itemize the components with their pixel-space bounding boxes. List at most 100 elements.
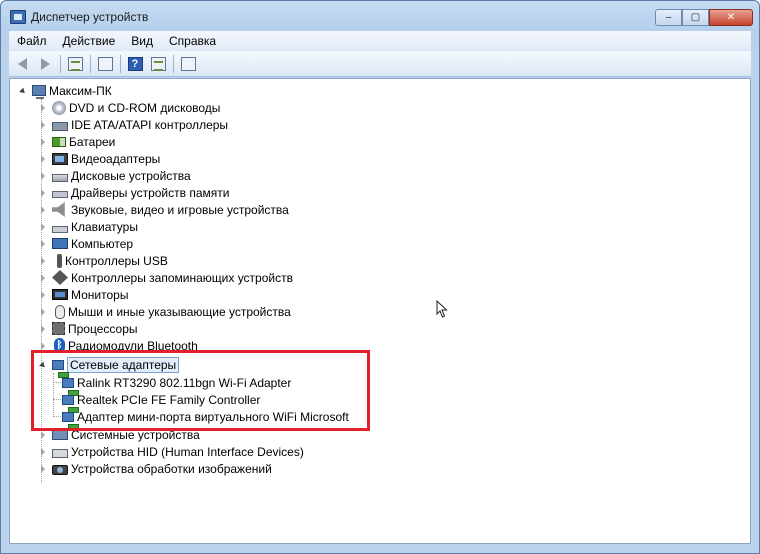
expand-toggle[interactable] [38, 120, 48, 130]
device-manager-window: Диспетчер устройств ‒ ▢ ✕ Файл Действие … [0, 0, 760, 554]
expand-toggle[interactable] [38, 239, 48, 249]
monitor-icon [52, 289, 68, 300]
window-title: Диспетчер устройств [31, 10, 149, 24]
action-pane-icon [150, 56, 166, 71]
help-button[interactable]: ? [124, 54, 146, 74]
back-icon [17, 57, 27, 70]
expand-toggle[interactable] [38, 430, 48, 440]
collapsed-arrow-icon [41, 171, 45, 180]
tree-item-usb[interactable]: Контроллеры USB [38, 252, 168, 269]
tree-item-label: Звуковые, видео и игровые устройства [71, 202, 289, 217]
tree-item-sound[interactable]: Звуковые, видео и игровые устройства [38, 201, 289, 218]
expand-toggle[interactable] [38, 154, 48, 164]
toolbar-separator [60, 54, 61, 73]
tree-item-monitors[interactable]: Мониторы [38, 286, 128, 303]
status-bar [9, 544, 751, 553]
expand-toggle[interactable] [38, 256, 48, 266]
hid-icon [52, 448, 68, 458]
action-pane-button[interactable] [147, 54, 169, 74]
network-adapters-highlight-box [31, 350, 370, 431]
tree-item-memory-drivers[interactable]: Драйверы устройств памяти [38, 184, 229, 201]
forward-button[interactable] [34, 54, 56, 74]
toolbar-separator [120, 54, 121, 73]
toolbar: ? [9, 51, 751, 77]
tree-item-dvd[interactable]: DVD и CD-ROM дисководы [38, 99, 220, 116]
tree-item-label: Клавиатуры [71, 219, 138, 234]
tree-item-keyboards[interactable]: Клавиатуры [38, 218, 138, 235]
collapsed-arrow-icon [41, 464, 45, 473]
memory-driver-icon [52, 191, 68, 198]
tree-item-imaging-devices[interactable]: Устройства обработки изображений [38, 460, 272, 477]
toolbar-separator [90, 54, 91, 73]
window-controls: ‒ ▢ ✕ [655, 9, 753, 26]
tree-item-label: Мониторы [71, 287, 129, 302]
collapsed-arrow-icon [41, 120, 45, 129]
collapsed-arrow-icon [41, 154, 45, 163]
menu-file[interactable]: Файл [9, 34, 55, 48]
tree-root[interactable]: Максим-ПК [18, 82, 112, 99]
tree-item-storage-controllers[interactable]: Контроллеры запоминающих устройств [38, 269, 293, 286]
collapsed-arrow-icon [41, 103, 45, 112]
tree-item-disk-drives[interactable]: Дисковые устройства [38, 167, 191, 184]
expand-toggle[interactable] [38, 273, 48, 283]
tree-item-batteries[interactable]: Батареи [38, 133, 115, 150]
expand-toggle[interactable] [38, 171, 48, 181]
expand-toggle[interactable] [38, 290, 48, 300]
battery-icon [52, 136, 66, 147]
expand-toggle[interactable] [38, 103, 48, 113]
back-button[interactable] [11, 54, 33, 74]
properties-icon [97, 56, 113, 71]
processor-icon [52, 322, 65, 335]
collapsed-arrow-icon [41, 137, 45, 146]
show-hide-console-tree-button[interactable] [64, 54, 86, 74]
tree-item-label: DVD и CD-ROM дисководы [69, 100, 221, 115]
mouse-icon [55, 304, 65, 319]
collapsed-arrow-icon [41, 256, 45, 265]
expand-toggle[interactable] [38, 307, 48, 317]
expand-toggle[interactable] [38, 137, 48, 147]
collapsed-arrow-icon [41, 324, 45, 333]
tree-item-label: Дисковые устройства [71, 168, 191, 183]
properties-button[interactable] [94, 54, 116, 74]
collapse-root-toggle[interactable] [18, 86, 28, 96]
expand-toggle[interactable] [38, 464, 48, 474]
menu-action[interactable]: Действие [55, 34, 124, 48]
menu-view[interactable]: Вид [123, 34, 161, 48]
scan-hardware-button[interactable] [177, 54, 199, 74]
expand-toggle[interactable] [38, 341, 48, 351]
title-bar[interactable]: Диспетчер устройств ‒ ▢ ✕ [1, 1, 759, 31]
tree-item-display-adapters[interactable]: Видеоадаптеры [38, 150, 160, 167]
tree-item-computer[interactable]: Компьютер [38, 235, 133, 252]
device-manager-app-icon [10, 10, 26, 24]
tree-item-label: Батареи [69, 134, 116, 149]
tree-root-label: Максим-ПК [49, 83, 112, 98]
device-tree[interactable]: Максим-ПК DVD и CD-ROM дисководы IDE ATA… [9, 78, 751, 544]
collapsed-arrow-icon [41, 188, 45, 197]
minimize-button[interactable]: ‒ [655, 9, 682, 26]
expand-toggle[interactable] [38, 188, 48, 198]
expand-toggle[interactable] [38, 205, 48, 215]
tree-item-ide[interactable]: IDE ATA/ATAPI контроллеры [38, 116, 228, 133]
mouse-pointer-icon [436, 300, 448, 318]
menu-bar: Файл Действие Вид Справка [9, 31, 751, 51]
expand-toggle[interactable] [38, 222, 48, 232]
tree-item-label: Устройства обработки изображений [71, 461, 272, 476]
tree-item-label: Видеоадаптеры [71, 151, 161, 166]
menu-help[interactable]: Справка [161, 34, 224, 48]
dvd-drive-icon [52, 100, 66, 115]
tree-item-hid[interactable]: Устройства HID (Human Interface Devices) [38, 443, 304, 460]
collapsed-arrow-icon [41, 341, 45, 350]
tree-item-label: Мыши и иные указывающие устройства [68, 304, 291, 319]
collapsed-arrow-icon [41, 222, 45, 231]
expanded-arrow-icon [19, 87, 27, 96]
expand-toggle[interactable] [38, 324, 48, 334]
tree-item-processors[interactable]: Процессоры [38, 320, 138, 337]
maximize-button[interactable]: ▢ [682, 9, 709, 26]
collapsed-arrow-icon [41, 447, 45, 456]
storage-controller-icon [52, 270, 68, 285]
tree-item-label: Компьютер [71, 236, 134, 251]
close-button[interactable]: ✕ [709, 9, 753, 26]
tree-item-mice[interactable]: Мыши и иные указывающие устройства [38, 303, 291, 320]
imaging-device-icon [52, 465, 68, 475]
expand-toggle[interactable] [38, 447, 48, 457]
